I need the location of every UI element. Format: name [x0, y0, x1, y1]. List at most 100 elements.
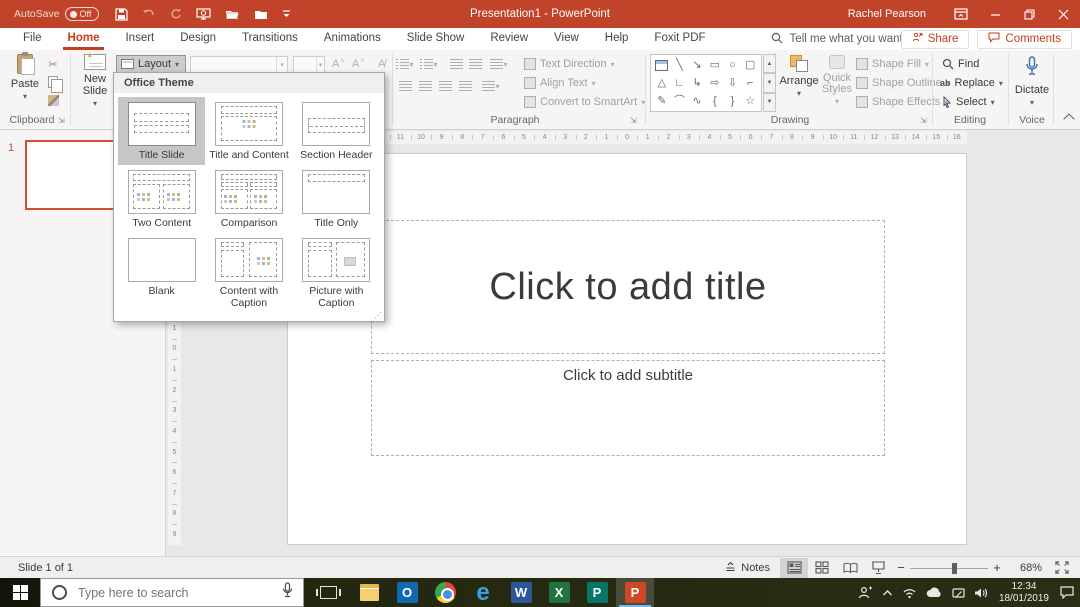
align-center-icon[interactable]: [416, 78, 434, 94]
collapse-ribbon-icon[interactable]: [1062, 113, 1076, 123]
tab-slide-show[interactable]: Slide Show: [394, 28, 478, 50]
network-icon[interactable]: [902, 587, 917, 599]
layout-option-picture-with-caption[interactable]: Picture with Caption: [293, 233, 380, 313]
close-button[interactable]: [1046, 0, 1080, 28]
shapes-scroll-up-icon[interactable]: ▲: [763, 54, 776, 74]
taskbar-search-input[interactable]: [76, 584, 282, 601]
clipboard-dialog-launcher-icon[interactable]: ⇲: [58, 116, 65, 125]
taskbar-chrome-icon[interactable]: [426, 578, 464, 607]
font-size-input[interactable]: [294, 57, 316, 73]
redo-icon[interactable]: [170, 8, 182, 20]
fit-slide-to-window-button[interactable]: [1048, 558, 1076, 578]
tab-view[interactable]: View: [541, 28, 592, 50]
text-direction-button[interactable]: Text Direction: [524, 58, 615, 70]
start-button[interactable]: [0, 578, 40, 607]
zoom-slider-thumb[interactable]: [952, 562, 957, 574]
reading-view-button[interactable]: [836, 558, 864, 578]
pen-icon[interactable]: [952, 587, 965, 599]
tab-help[interactable]: Help: [592, 28, 642, 50]
hidden-icons-chevron[interactable]: [882, 589, 893, 597]
slide-sorter-view-button[interactable]: [808, 558, 836, 578]
convert-to-smartart-button[interactable]: Convert to SmartArt: [524, 96, 645, 108]
shape-elbow-connector-icon[interactable]: ∟: [671, 74, 689, 92]
taskbar-search-box[interactable]: [40, 578, 304, 607]
tab-design[interactable]: Design: [167, 28, 229, 50]
zoom-in-button[interactable]: +: [988, 560, 1006, 575]
start-from-beginning-icon[interactable]: [196, 7, 211, 21]
open-folder-icon[interactable]: [225, 8, 240, 20]
bullets-icon[interactable]: [396, 56, 414, 72]
shape-rectangle-icon[interactable]: ▭: [706, 56, 724, 74]
action-center-icon[interactable]: [1060, 586, 1074, 599]
arrange-button[interactable]: Arrange: [779, 55, 819, 99]
share-button[interactable]: Share: [900, 29, 970, 49]
slide-show-view-button[interactable]: [864, 558, 892, 578]
zoom-level[interactable]: 68%: [1008, 562, 1042, 574]
task-view-icon[interactable]: [316, 586, 341, 599]
shape-elbow-arrow-connector-icon[interactable]: ↳: [688, 74, 706, 92]
align-right-icon[interactable]: [436, 78, 454, 94]
people-icon[interactable]: [858, 586, 873, 599]
shape-down-arrow-icon[interactable]: ⇩: [724, 74, 742, 92]
folder-icon[interactable]: [254, 9, 268, 20]
save-icon[interactable]: [115, 7, 128, 21]
customize-quick-access-icon[interactable]: [282, 9, 291, 19]
copy-icon[interactable]: [44, 74, 63, 93]
new-slide-dropdown-caret[interactable]: [93, 97, 97, 109]
paste-dropdown-caret[interactable]: [23, 90, 27, 102]
microphone-icon[interactable]: [282, 582, 293, 603]
new-slide-button[interactable]: New Slide: [76, 51, 114, 109]
ribbon-display-options-icon[interactable]: [944, 0, 978, 28]
quick-styles-button[interactable]: Quick Styles: [818, 55, 856, 107]
taskbar-outlook-icon[interactable]: O: [388, 578, 426, 607]
minimize-button[interactable]: [978, 0, 1012, 28]
tab-home[interactable]: Home: [55, 28, 113, 50]
font-name-caret-icon[interactable]: ▾: [276, 57, 287, 73]
align-left-icon[interactable]: [396, 78, 414, 94]
shape-fill-button[interactable]: Shape Fill: [856, 58, 929, 70]
restore-button[interactable]: [1012, 0, 1046, 28]
shape-oval-icon[interactable]: ○: [724, 56, 742, 74]
shape-freeform-icon[interactable]: ✎: [653, 92, 671, 110]
align-text-button[interactable]: Align Text: [524, 77, 596, 89]
shape-snip-corner-rectangle-icon[interactable]: ⌐: [741, 74, 759, 92]
font-name-input[interactable]: [191, 57, 277, 73]
undo-icon[interactable]: [142, 8, 156, 20]
zoom-slider[interactable]: [910, 558, 988, 578]
shape-text-box-icon[interactable]: [653, 56, 671, 74]
tab-transitions[interactable]: Transitions: [229, 28, 311, 50]
decrease-font-size-icon[interactable]: A ˅: [352, 58, 364, 70]
menu-resize-handle[interactable]: ⋰: [374, 311, 382, 320]
select-button[interactable]: Select: [942, 96, 995, 108]
shape-arc-icon[interactable]: ⌒: [671, 92, 689, 110]
increase-font-size-icon[interactable]: A ˄: [332, 58, 344, 70]
justify-icon[interactable]: [456, 78, 474, 94]
title-placeholder[interactable]: Click to add title: [371, 220, 885, 354]
find-button[interactable]: Find: [942, 58, 979, 70]
layout-option-title-and-content[interactable]: Title and Content: [205, 97, 292, 165]
shapes-scroll-down-icon[interactable]: ▼: [763, 73, 776, 93]
replace-button[interactable]: ab Replace: [940, 77, 1003, 89]
decrease-indent-icon[interactable]: [447, 56, 465, 72]
tab-file[interactable]: File: [10, 28, 55, 50]
dictate-button[interactable]: Dictate: [1012, 54, 1052, 116]
zoom-out-button[interactable]: −: [892, 560, 910, 575]
shape-left-brace-icon[interactable]: {: [706, 92, 724, 110]
clear-formatting-icon[interactable]: A̸: [378, 58, 385, 70]
layout-button[interactable]: Layout: [116, 55, 187, 73]
paragraph-dialog-launcher-icon[interactable]: ⇲: [630, 116, 637, 125]
layout-option-section-header[interactable]: Section Header: [293, 97, 380, 165]
comments-button[interactable]: Comments: [977, 29, 1072, 49]
line-spacing-icon[interactable]: [490, 56, 508, 72]
horizontal-ruler[interactable]: 1615141312111098765432101234567891011121…: [287, 131, 967, 144]
notes-button[interactable]: Notes: [715, 561, 780, 575]
shape-right-arrow-icon[interactable]: ⇨: [706, 74, 724, 92]
taskbar-powerpoint-icon[interactable]: P: [616, 578, 654, 607]
taskbar-file-explorer-icon[interactable]: [350, 578, 388, 607]
shape-star-icon[interactable]: ☆: [741, 92, 759, 110]
increase-indent-icon[interactable]: [466, 56, 484, 72]
tab-animations[interactable]: Animations: [311, 28, 394, 50]
shape-curve-icon[interactable]: ∿: [688, 92, 706, 110]
layout-option-title-slide[interactable]: Title Slide: [118, 97, 206, 165]
layout-option-title-only[interactable]: Title Only: [293, 165, 380, 233]
